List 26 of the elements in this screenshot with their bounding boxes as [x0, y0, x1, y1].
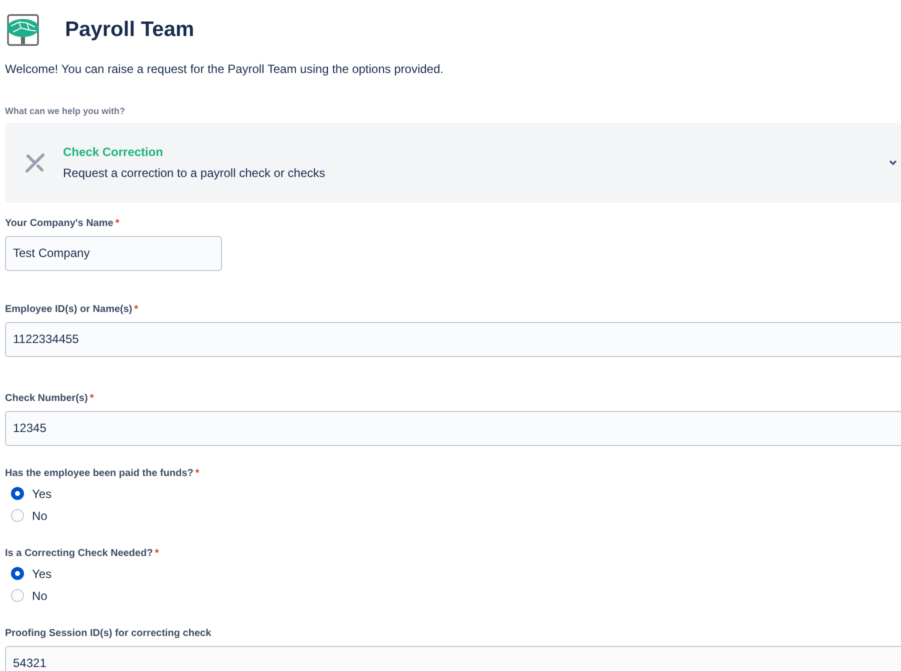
radio-label: No: [32, 508, 48, 524]
field-label: Is a Correcting Check Needed? *: [5, 546, 160, 560]
tree-logo-icon: [5, 14, 41, 46]
request-type-label: What can we help you with?: [5, 105, 126, 118]
radio-label: Yes: [32, 566, 52, 582]
request-type-description: Request a correction to a payroll check or checks: [63, 165, 326, 182]
field-label: Employee ID(s) or Name(s) *: [5, 302, 140, 316]
radio-button[interactable]: [11, 567, 24, 580]
request-type-select[interactable]: Check Correction Request a correction to a payroll check or checks: [5, 122, 901, 202]
chevron-down-icon: [889, 160, 897, 166]
text-field[interactable]: 54321: [5, 646, 901, 671]
radio-button[interactable]: [11, 487, 24, 500]
field-label: Has the employee been paid the funds? *: [5, 466, 200, 480]
page-title: Payroll Team: [65, 17, 194, 44]
field-label: Proofing Session ID(s) for correcting check: [5, 626, 212, 640]
field-label: Check Number(s) *: [5, 392, 95, 406]
welcome-text: Welcome! You can raise a request for the Payroll Team using the options provided.: [5, 61, 444, 78]
radio-label: Yes: [32, 486, 52, 502]
request-type-title: Check Correction: [63, 144, 164, 161]
text-field[interactable]: 12345: [5, 410, 901, 446]
radio-button[interactable]: [11, 589, 24, 602]
radio-label: No: [32, 588, 48, 604]
field-label: Your Company's Name *: [5, 216, 120, 230]
text-field[interactable]: 1122334455: [5, 322, 901, 356]
text-field[interactable]: Test Company: [5, 236, 222, 270]
radio-button[interactable]: [11, 509, 24, 522]
